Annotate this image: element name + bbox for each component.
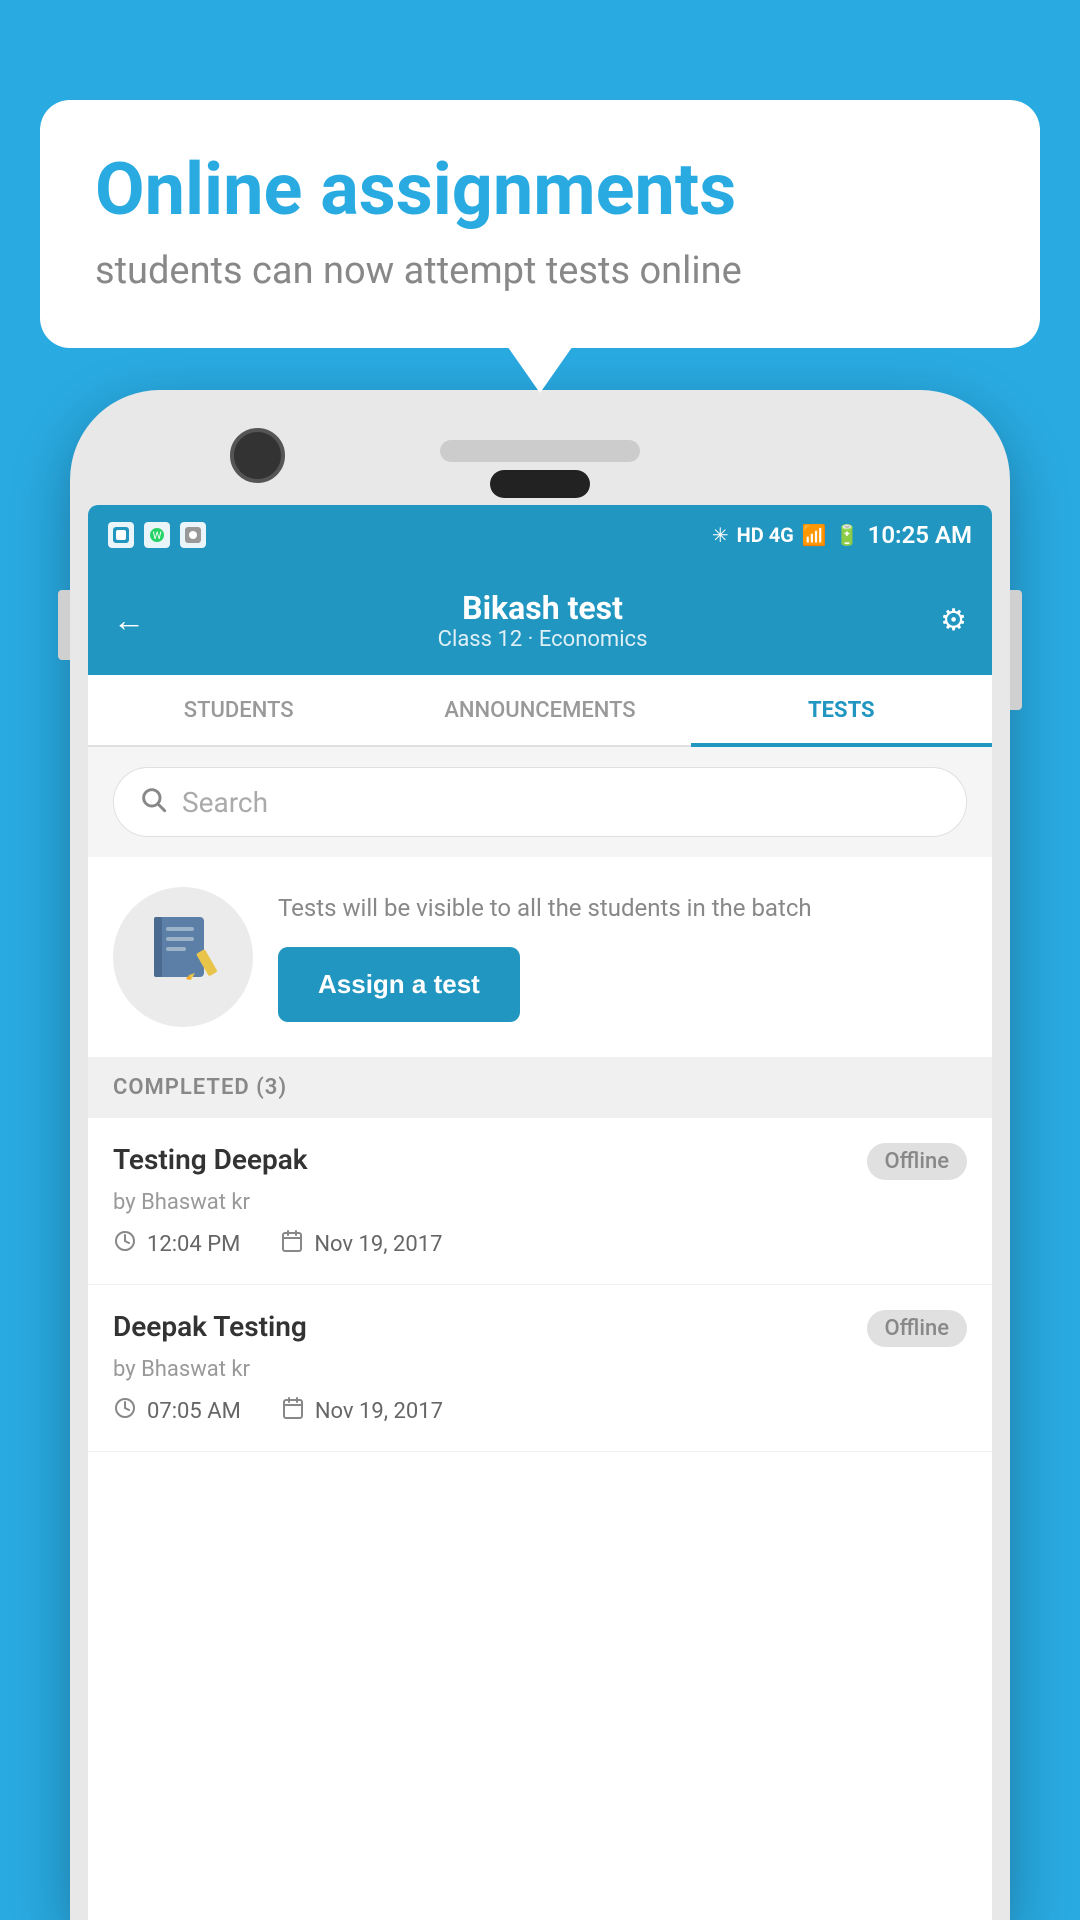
signal-icon: 📶 xyxy=(802,523,827,547)
tab-announcements[interactable]: ANNOUNCEMENTS xyxy=(389,675,690,745)
network-label: HD 4G xyxy=(737,523,794,547)
search-container: Search xyxy=(88,747,992,857)
bubble-subtitle: students can now attempt tests online xyxy=(95,249,985,293)
test-name: Deepak Testing xyxy=(113,1310,307,1343)
phone-screen: W ✳ HD 4G 📶 🔋 10:25 AM ← Bikash test Cla… xyxy=(88,505,992,1920)
test-item[interactable]: Testing Deepak Offline by Bhaswat kr 12:… xyxy=(88,1118,992,1285)
svg-text:W: W xyxy=(153,531,162,542)
assign-right: Tests will be visible to all the student… xyxy=(278,892,967,1023)
search-placeholder: Search xyxy=(182,786,268,819)
tab-bar: STUDENTS ANNOUNCEMENTS TESTS xyxy=(88,675,992,747)
test-by: by Bhaswat kr xyxy=(113,1357,967,1382)
tab-students[interactable]: STUDENTS xyxy=(88,675,389,745)
status-icons: W xyxy=(108,522,206,548)
speech-bubble: Online assignments students can now atte… xyxy=(40,100,1040,348)
test-name: Testing Deepak xyxy=(113,1143,308,1176)
app-bar-center: Bikash test Class 12 · Economics xyxy=(145,589,940,652)
test-date: Nov 19, 2017 xyxy=(281,1396,443,1426)
test-date: Nov 19, 2017 xyxy=(280,1229,442,1259)
app-bar-subtitle: Class 12 · Economics xyxy=(145,627,940,652)
test-meta: 12:04 PM Nov 19, 2017 xyxy=(113,1229,967,1259)
bubble-title: Online assignments xyxy=(95,150,985,229)
test-by: by Bhaswat kr xyxy=(113,1190,967,1215)
test-time: 07:05 AM xyxy=(113,1396,241,1426)
settings-button[interactable]: ⚙ xyxy=(940,603,967,638)
search-icon xyxy=(139,785,167,820)
calendar-icon xyxy=(280,1229,304,1259)
whatsapp-icon: W xyxy=(144,522,170,548)
photo-icon xyxy=(180,522,206,548)
test-time: 12:04 PM xyxy=(113,1229,240,1259)
tab-tests[interactable]: TESTS xyxy=(691,675,992,745)
status-bar: W ✳ HD 4G 📶 🔋 10:25 AM xyxy=(88,505,992,565)
test-meta: 07:05 AM Nov 19, 2017 xyxy=(113,1396,967,1426)
assign-section: Tests will be visible to all the student… xyxy=(88,857,992,1057)
back-button[interactable]: ← xyxy=(113,601,145,639)
assign-icon-circle xyxy=(113,887,253,1027)
assign-test-button[interactable]: Assign a test xyxy=(278,947,520,1022)
notebook-icon xyxy=(146,912,221,1003)
phone-earpiece xyxy=(490,470,590,498)
test-status-badge: Offline xyxy=(867,1310,967,1347)
test-time-value: 12:04 PM xyxy=(147,1232,240,1257)
phone-side-button-right xyxy=(1010,590,1022,710)
test-time-value: 07:05 AM xyxy=(147,1399,241,1424)
phone-camera xyxy=(230,428,285,483)
calendar-icon xyxy=(281,1396,305,1426)
phone-speaker xyxy=(440,440,640,462)
clock-icon xyxy=(113,1229,137,1259)
phone-outer: W ✳ HD 4G 📶 🔋 10:25 AM ← Bikash test Cla… xyxy=(70,390,1010,1920)
completed-section-header: COMPLETED (3) xyxy=(88,1057,992,1118)
test-item-header: Testing Deepak Offline xyxy=(113,1143,967,1180)
test-status-badge: Offline xyxy=(867,1143,967,1180)
clock-icon xyxy=(113,1396,137,1426)
app-bar: ← Bikash test Class 12 · Economics ⚙ xyxy=(88,565,992,675)
status-right: ✳ HD 4G 📶 🔋 10:25 AM xyxy=(712,521,972,549)
phone-side-button-left xyxy=(58,590,70,660)
app-bar-title: Bikash test xyxy=(145,589,940,627)
battery-icon: 🔋 xyxy=(835,523,860,547)
app-icon-1 xyxy=(108,522,134,548)
bluetooth-icon: ✳ xyxy=(712,523,729,547)
search-bar[interactable]: Search xyxy=(113,767,967,837)
test-item[interactable]: Deepak Testing Offline by Bhaswat kr 07:… xyxy=(88,1285,992,1452)
test-date-value: Nov 19, 2017 xyxy=(314,1232,442,1257)
assign-description: Tests will be visible to all the student… xyxy=(278,892,967,926)
test-date-value: Nov 19, 2017 xyxy=(315,1399,443,1424)
status-time: 10:25 AM xyxy=(868,521,972,549)
test-item-header: Deepak Testing Offline xyxy=(113,1310,967,1347)
